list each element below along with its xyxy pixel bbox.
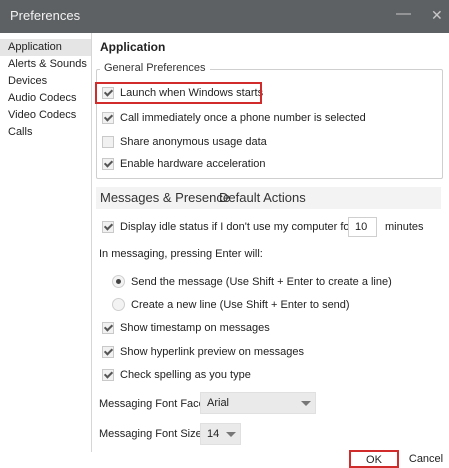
tab-default-actions[interactable]: Default Actions	[219, 190, 306, 205]
hw-accel-label: Enable hardware acceleration	[120, 158, 266, 170]
share-usage-option[interactable]: Share anonymous usage data	[102, 136, 267, 148]
hyperlink-preview-option[interactable]: Show hyperlink preview on messages	[102, 346, 304, 358]
group-legend: General Preferences	[100, 62, 210, 74]
radio-send-option[interactable]: Send the message (Use Shift + Enter to c…	[112, 275, 392, 288]
sidebar: Application Alerts & Sounds Devices Audi…	[0, 33, 92, 468]
sidebar-item-audio-codecs[interactable]: Audio Codecs	[0, 90, 91, 107]
close-button[interactable]: ✕	[431, 7, 443, 24]
idle-minutes-unit: minutes	[385, 221, 424, 233]
spelling-label: Check spelling as you type	[120, 369, 251, 381]
share-usage-label: Share anonymous usage data	[120, 136, 267, 148]
font-face-value: Arial	[207, 397, 230, 409]
cancel-button[interactable]: Cancel	[404, 451, 448, 467]
tab-messages-presence[interactable]: Messages & Presence	[100, 190, 230, 205]
minimize-button[interactable]: —	[396, 5, 411, 22]
font-face-select[interactable]: Arial	[200, 392, 316, 414]
radio-newline-label: Create a new line (Use Shift + Enter to …	[131, 298, 350, 311]
idle-status-checkbox[interactable]	[102, 221, 114, 233]
radio-newline-option[interactable]: Create a new line (Use Shift + Enter to …	[112, 298, 350, 311]
sidebar-item-application[interactable]: Application	[0, 39, 91, 56]
idle-status-option[interactable]: Display idle status if I don't use my co…	[102, 221, 356, 233]
radio-send-message[interactable]	[112, 275, 125, 288]
sidebar-item-alerts-sounds[interactable]: Alerts & Sounds	[0, 56, 91, 73]
window-title: Preferences	[10, 8, 81, 23]
sidebar-item-video-codecs[interactable]: Video Codecs	[0, 107, 91, 124]
chevron-down-icon	[301, 401, 311, 406]
highlight-launch-windows	[95, 82, 262, 104]
share-usage-checkbox[interactable]	[102, 136, 114, 148]
idle-status-label: Display idle status if I don't use my co…	[120, 221, 357, 233]
hyperlink-preview-checkbox[interactable]	[102, 346, 114, 358]
ok-button[interactable]: OK	[349, 450, 399, 468]
enter-behavior-label: In messaging, pressing Enter will:	[99, 248, 263, 260]
title-bar: Preferences — ✕	[0, 0, 449, 33]
spelling-option[interactable]: Check spelling as you type	[102, 369, 251, 381]
radio-new-line[interactable]	[112, 298, 125, 311]
timestamp-label: Show timestamp on messages	[120, 322, 270, 334]
call-immediately-checkbox[interactable]	[102, 112, 114, 124]
hw-accel-checkbox[interactable]	[102, 158, 114, 170]
spelling-checkbox[interactable]	[102, 369, 114, 381]
font-size-label: Messaging Font Size:	[99, 428, 205, 440]
font-size-value: 14	[207, 428, 220, 440]
chevron-down-icon	[226, 432, 236, 437]
sidebar-item-devices[interactable]: Devices	[0, 73, 91, 90]
call-immediately-label: Call immediately once a phone number is …	[120, 112, 366, 124]
hyperlink-preview-label: Show hyperlink preview on messages	[120, 346, 305, 358]
font-size-select[interactable]: 14	[200, 423, 241, 445]
idle-minutes-input[interactable]: 10	[348, 217, 377, 237]
call-immediately-option[interactable]: Call immediately once a phone number is …	[102, 112, 366, 124]
page-title: Application	[100, 40, 166, 54]
hw-accel-option[interactable]: Enable hardware acceleration	[102, 158, 266, 170]
sidebar-item-calls[interactable]: Calls	[0, 124, 91, 141]
radio-send-label: Send the message (Use Shift + Enter to c…	[131, 275, 392, 288]
timestamp-checkbox[interactable]	[102, 322, 114, 334]
timestamp-option[interactable]: Show timestamp on messages	[102, 322, 270, 334]
font-face-label: Messaging Font Face:	[99, 398, 208, 410]
